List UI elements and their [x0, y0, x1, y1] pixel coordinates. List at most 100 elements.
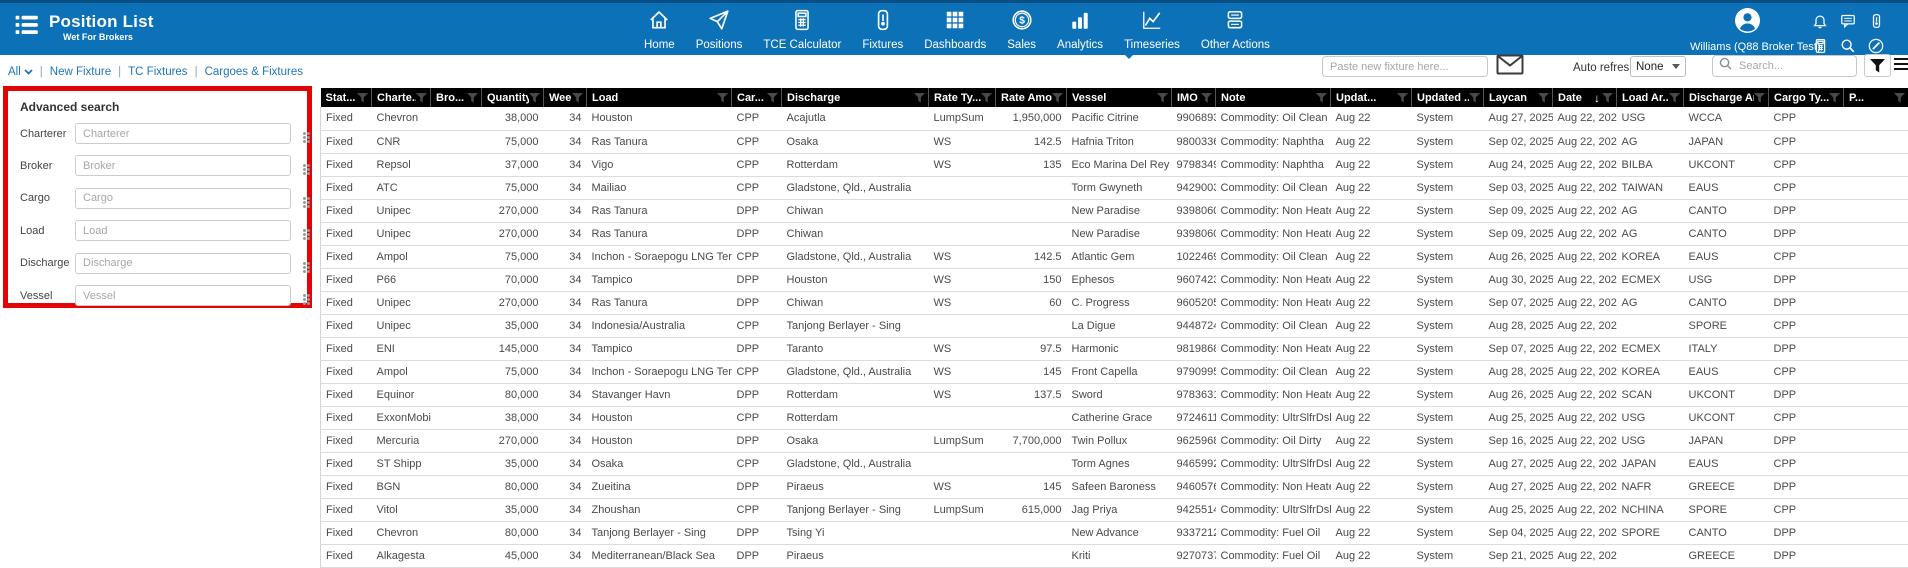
tc-fixtures-link[interactable]: TC Fixtures — [128, 66, 187, 78]
drag-grip-icon[interactable] — [303, 262, 306, 265]
paste-fixture-input[interactable] — [1322, 56, 1488, 77]
column-header[interactable]: Rate Amount — [996, 88, 1067, 107]
filter-funnel-icon[interactable] — [1316, 93, 1327, 103]
column-header[interactable]: P... — [1844, 88, 1908, 107]
drag-grip-icon[interactable] — [303, 229, 306, 232]
drag-grip-icon[interactable] — [303, 132, 306, 135]
table-row[interactable]: FixedATC75,00034MailiaoCPPGladstone, Qld… — [321, 176, 1908, 199]
filter-funnel-icon[interactable] — [914, 93, 925, 103]
filter-funnel-icon[interactable] — [467, 93, 478, 103]
table-row[interactable]: FixedUnipec270,00034Ras TanuraDPPChiwanN… — [321, 222, 1908, 245]
filter-funnel-icon[interactable] — [1052, 93, 1063, 103]
column-header[interactable]: Quantity — [482, 88, 544, 107]
column-header[interactable]: Note — [1216, 88, 1331, 107]
table-row[interactable]: FixedChevron38,00034HoustonCPPAcajutlaLu… — [321, 107, 1908, 130]
email-envelope-icon[interactable] — [1496, 54, 1524, 80]
table-row[interactable]: FixedAlkagesta45,00034Mediterranean/Blac… — [321, 544, 1908, 567]
nav-item-other-actions[interactable]: Other Actions — [1199, 6, 1272, 59]
table-row[interactable]: FixedEquinor80,00034Stavanger HavnDPPRot… — [321, 383, 1908, 406]
filter-funnel-icon[interactable] — [1157, 93, 1168, 103]
fixtures-shortcut-icon[interactable] — [1866, 10, 1886, 32]
table-row[interactable]: FixedST Shipp35,00034OsakaCPPGladstone, … — [321, 452, 1908, 475]
search-input[interactable] — [1737, 59, 1850, 73]
column-header[interactable]: Stat... — [321, 88, 372, 107]
column-header[interactable]: Week — [544, 88, 587, 107]
table-row[interactable]: FixedVitol35,00034ZhoushanCPPTanjong Ber… — [321, 498, 1908, 521]
column-header[interactable]: Rate Ty... — [929, 88, 996, 107]
filter-button[interactable] — [1864, 54, 1891, 77]
filter-funnel-icon[interactable] — [767, 93, 778, 103]
cell: Commodity: Naphtha — [1216, 130, 1331, 153]
column-header[interactable]: Vessel — [1067, 88, 1172, 107]
table-row[interactable]: FixedUnipec35,00034Indonesia/AustraliaCP… — [321, 314, 1908, 337]
field-input[interactable] — [75, 123, 291, 144]
calculator-shortcut-icon[interactable] — [1810, 35, 1830, 57]
field-input[interactable] — [75, 220, 291, 241]
menu-button[interactable] — [1894, 58, 1908, 72]
column-header[interactable]: Updated ... — [1412, 88, 1484, 107]
drag-grip-icon[interactable] — [303, 197, 306, 200]
nav-item-home[interactable]: Home — [642, 6, 677, 59]
filter-funnel-icon[interactable] — [416, 93, 427, 103]
drag-grip-icon[interactable] — [303, 164, 306, 167]
table-row[interactable]: FixedENI145,00034TampicoDPPTarantoWS97.5… — [321, 337, 1908, 360]
column-header[interactable]: Load — [587, 88, 732, 107]
table-row[interactable]: FixedRepsol37,00034VigoCPPRotterdamWS135… — [321, 153, 1908, 176]
drag-grip-icon[interactable] — [303, 294, 306, 297]
filter-funnel-icon[interactable] — [1397, 93, 1408, 103]
column-header[interactable]: Laycan — [1484, 88, 1553, 107]
avatar[interactable] — [1734, 21, 1761, 38]
new-fixture-link[interactable]: New Fixture — [50, 66, 111, 78]
zoom-search-icon[interactable] — [1838, 35, 1858, 57]
filter-funnel-icon[interactable] — [1754, 93, 1765, 103]
filter-funnel-icon[interactable] — [1829, 93, 1840, 103]
field-input[interactable] — [75, 253, 291, 274]
filter-funnel-icon[interactable] — [717, 93, 728, 103]
filter-funnel-icon[interactable] — [1669, 93, 1680, 103]
filter-funnel-icon[interactable] — [529, 93, 540, 103]
column-header[interactable]: Discharge — [782, 88, 929, 107]
field-input[interactable] — [75, 188, 291, 209]
filter-funnel-icon[interactable] — [357, 93, 368, 103]
field-label: Broker — [20, 160, 75, 172]
nav-item-analytics[interactable]: Analytics — [1055, 6, 1105, 59]
chat-icon[interactable] — [1838, 10, 1858, 32]
filter-funnel-icon[interactable] — [1894, 93, 1905, 103]
filter-funnel-icon[interactable] — [1469, 93, 1480, 103]
nav-item-fixtures[interactable]: Fixtures — [860, 6, 905, 59]
notifications-bell-icon[interactable] — [1810, 10, 1830, 32]
filter-funnel-icon[interactable] — [1538, 93, 1549, 103]
table-row[interactable]: FixedUnipec270,00034Ras TanuraDPPChiwanN… — [321, 199, 1908, 222]
table-row[interactable]: FixedAmpol75,00034Inchon - Soraepogu LNG… — [321, 245, 1908, 268]
auto-refresh-select[interactable]: None — [1630, 56, 1686, 77]
column-header[interactable]: Charte... — [372, 88, 431, 107]
nav-item-positions[interactable]: Positions — [694, 6, 745, 59]
table-row[interactable]: FixedExxonMobil38,00034HoustonCPPRotterd… — [321, 406, 1908, 429]
table-row[interactable]: FixedBGN80,00034ZueitinaDPPPiraeusWS145S… — [321, 475, 1908, 498]
filter-funnel-icon[interactable] — [572, 93, 583, 103]
nav-item-tce-calculator[interactable]: TCE Calculator — [761, 6, 843, 59]
table-row[interactable]: FixedCNR75,00034Ras TanuraCPPOsakaWS142.… — [321, 130, 1908, 153]
table-row[interactable]: FixedChevron80,00034Tanjong Berlayer - S… — [321, 521, 1908, 544]
field-input[interactable] — [75, 155, 291, 176]
column-header[interactable]: Car... — [732, 88, 782, 107]
table-row[interactable]: FixedMercuria270,00034HoustonDPPOsakaLum… — [321, 429, 1908, 452]
nav-item-dashboards[interactable]: Dashboards — [922, 6, 988, 59]
column-header[interactable]: Bro... — [431, 88, 482, 107]
table-row[interactable]: FixedUnipec270,00034Ras TanuraDPPChiwanW… — [321, 291, 1908, 314]
cargoes-fixtures-link[interactable]: Cargoes & Fixtures — [205, 66, 303, 78]
table-row[interactable]: FixedAmpol75,00034Inchon - Soraepogu LNG… — [321, 360, 1908, 383]
column-header[interactable]: IMO — [1172, 88, 1216, 107]
filter-funnel-icon[interactable] — [1602, 93, 1613, 103]
column-header[interactable]: Cargo Ty... — [1769, 88, 1844, 107]
column-header[interactable]: Load Ar... — [1617, 88, 1684, 107]
field-input[interactable] — [75, 285, 291, 306]
table-row[interactable]: FixedP6670,00034TampicoDPPHoustonWS150Ep… — [321, 268, 1908, 291]
filter-funnel-icon[interactable] — [1201, 93, 1212, 103]
column-header[interactable]: Updat... — [1331, 88, 1412, 107]
filter-funnel-icon[interactable] — [981, 93, 992, 103]
nav-item-sales[interactable]: $ Sales — [1005, 6, 1038, 59]
column-header[interactable]: Discharge Ar... — [1684, 88, 1769, 107]
all-dropdown[interactable]: All — [8, 66, 33, 78]
column-header[interactable]: Date↓ — [1553, 88, 1617, 107]
